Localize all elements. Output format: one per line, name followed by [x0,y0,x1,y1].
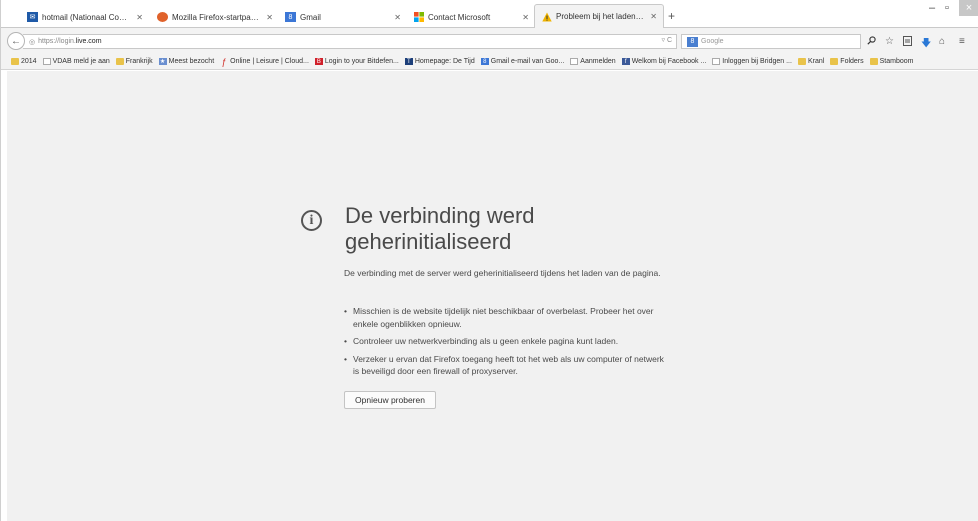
tab-gmail[interactable]: 8 Gmail ✕ [279,6,407,28]
close-tab-icon[interactable]: ✕ [266,13,273,22]
hotmail-favicon-icon: ✉ [27,12,38,22]
star-icon: ★ [158,58,167,65]
bookmark-label: Kranl [807,58,825,65]
bookmark-label: Login to your Bitdefen... [324,58,399,65]
back-button[interactable]: ← [7,32,25,50]
reading-list-icon[interactable] [903,36,912,49]
bookmark-label: Inloggen bij Bridgen ... [722,58,792,65]
url-bar[interactable]: ◎ https://login. live.com ▿ C [23,34,677,49]
bookmark-item[interactable]: B Login to your Bitdefen... [314,58,399,65]
bookmark-item[interactable]: Frankrijk [115,58,153,65]
navigation-bar: ◎ https://login. live.com ▿ C ← 8 Google … [1,28,978,54]
downloads-icon[interactable]: 🡇 [921,36,931,53]
tab-firefox-start[interactable]: Mozilla Firefox-startpagina ✕ [151,6,279,28]
error-suggestions: Misschien is de website tijdelijk niet b… [344,305,664,383]
bookmark-label: Online | Leisure | Cloud... [230,58,309,65]
suggestion-item: Verzeker u ervan dat Firefox toegang hee… [344,353,664,378]
tab-contact-microsoft[interactable]: Contact Microsoft ✕ [407,6,535,28]
suggestion-item: Misschien is de website tijdelijk niet b… [344,305,664,330]
bookmark-item[interactable]: ƒ Online | Leisure | Cloud... [220,56,309,67]
back-arrow-icon: ← [11,35,21,47]
folder-icon [11,58,19,65]
bookmark-item[interactable]: Inloggen bij Bridgen ... [712,58,792,65]
gmail-icon: 8 [480,58,489,65]
page-icon [570,58,579,65]
close-tab-icon[interactable]: ✕ [136,13,143,22]
new-tab-button[interactable]: + [668,9,675,23]
close-window-button[interactable]: × [959,0,978,16]
tab-title: hotmail (Nationaal Compu... [42,12,131,22]
bookmark-label: Welkom bij Facebook ... [631,58,707,65]
bookmark-item[interactable]: Aanmelden [570,58,616,65]
retry-button[interactable]: Opnieuw proberen [344,391,436,409]
browser-window: ✉ hotmail (Nationaal Compu... ✕ Mozilla … [0,0,978,521]
bookmark-item[interactable]: Kranl [797,58,825,65]
tab-title: Probleem bij het laden van... [556,12,644,21]
tab-title: Gmail [300,12,321,22]
bookmark-item[interactable]: VDAB meld je aan [42,58,110,65]
close-tab-icon[interactable]: ✕ [650,12,657,21]
google-search-icon: 8 [687,36,698,47]
bookmark-item[interactable]: T Homepage: De Tijd [404,58,475,65]
bookmark-item[interactable]: Stamboom [869,58,914,65]
bookmark-item[interactable]: 8 Gmail e-mail van Goo... [480,58,565,65]
bookmark-label: VDAB meld je aan [52,58,110,65]
tab-title: Mozilla Firefox-startpagina [172,12,261,22]
url-prefix: https://login. [38,38,76,45]
bookmark-item[interactable]: Folders [830,58,864,65]
bookmark-label: Gmail e-mail van Goo... [490,58,565,65]
bookmark-label: 2014 [21,58,37,65]
bookmark-item[interactable]: ★ Meest bezocht [158,58,215,65]
error-title: De verbinding werd geherinitialiseerd [345,203,645,255]
bookmark-label: Frankrijk [125,58,153,65]
tijd-icon: T [404,58,413,65]
microsoft-favicon-icon [413,12,424,22]
warning-favicon-icon [541,12,552,22]
folder-icon [797,58,806,65]
error-description: De verbinding met de server werd geherin… [344,268,661,278]
close-tab-icon[interactable]: ✕ [522,13,529,22]
search-icon[interactable] [867,36,876,48]
folder-icon [869,58,878,65]
url-host: live.com [75,38,102,45]
minimize-button[interactable]: – [929,2,935,14]
bookmarks-toolbar: 2014 VDAB meld je aan Frankrijk ★ Meest b… [1,54,978,70]
bookmark-label: Meest bezocht [168,58,215,65]
error-title-line1: De verbinding werd [345,203,535,228]
bookmark-item[interactable]: 2014 [11,58,37,65]
reload-button[interactable]: ▿ C [661,36,672,44]
bookmark-label: Stamboom [879,58,914,65]
tab-strip: ✉ hotmail (Nationaal Compu... ✕ Mozilla … [1,0,978,28]
maximize-button[interactable]: ▫ [945,2,949,14]
menu-icon[interactable]: ≡ [959,36,965,47]
close-tab-icon[interactable]: ✕ [394,13,401,22]
bookmark-star-icon[interactable]: ☆ [885,36,894,47]
tab-error-page[interactable]: Probleem bij het laden van... ✕ [534,4,664,28]
globe-icon: ◎ [29,38,36,46]
suggestion-item: Controleer uw netwerkverbinding als u ge… [344,335,664,348]
page-content [7,71,978,521]
search-placeholder: Google [701,38,724,45]
bitdefender-icon: B [314,58,323,65]
firefox-favicon-icon [157,12,168,22]
bookmark-item[interactable]: f Welkom bij Facebook ... [621,58,707,65]
bookmark-label: Homepage: De Tijd [414,58,475,65]
error-title-line2: geherinitialiseerd [345,229,512,254]
facebook-icon: f [621,58,630,65]
page-icon [42,58,51,65]
page-icon [712,58,721,65]
tab-hotmail[interactable]: ✉ hotmail (Nationaal Compu... ✕ [21,6,149,28]
bookmark-label: Aanmelden [580,58,616,65]
folder-icon [115,58,124,65]
bookmark-label: Folders [840,58,864,65]
tab-title: Contact Microsoft [428,12,491,22]
folder-icon [830,58,839,65]
home-icon[interactable]: ⌂ [939,36,945,47]
pen-icon: ƒ [221,56,227,67]
info-icon: i [301,210,322,231]
search-bar[interactable]: 8 Google [681,34,861,49]
gmail-favicon-icon: 8 [285,12,296,22]
